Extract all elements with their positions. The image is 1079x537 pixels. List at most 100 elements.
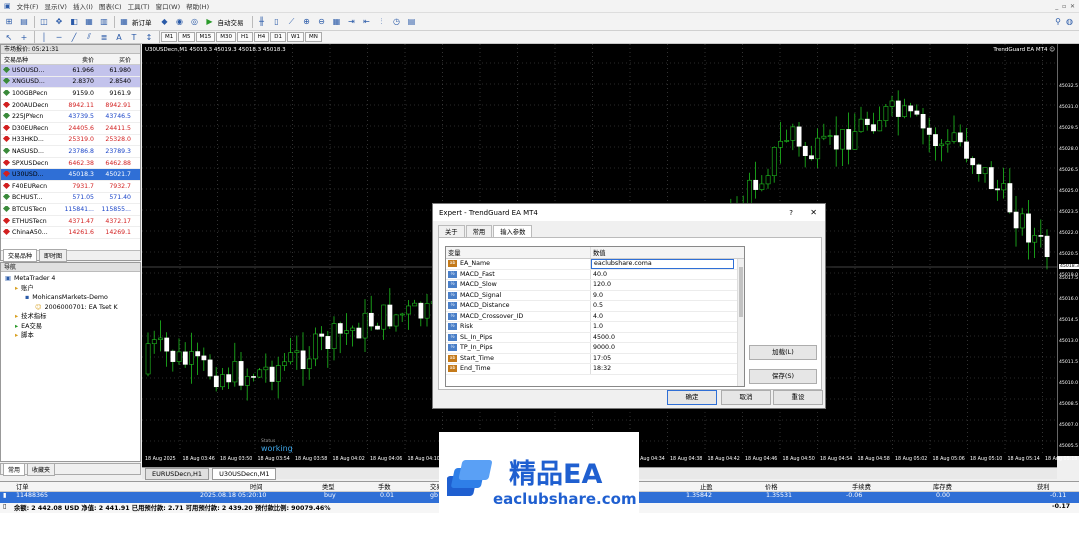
- market-watch-row[interactable]: 100GBPecn 9159.0 9161.9: [1, 88, 140, 100]
- help-button[interactable]: ?: [789, 209, 793, 217]
- vertical-line-icon[interactable]: │: [38, 31, 50, 43]
- col-ask[interactable]: 买价: [96, 55, 134, 64]
- market-watch-row[interactable]: H33HKD... 25319.0 25328.0: [1, 135, 140, 147]
- chat-icon[interactable]: ◍: [1066, 17, 1073, 26]
- templates-icon[interactable]: ▤: [406, 16, 418, 28]
- menu-window[interactable]: 窗口(W): [156, 1, 181, 11]
- market-watch-row[interactable]: XNGUSD... 2.8370 2.8540: [1, 76, 140, 89]
- col-tp[interactable]: 止盈: [700, 482, 713, 491]
- market-watch-row[interactable]: BTCUSTecn 115841... 115855...: [1, 204, 140, 216]
- load-button[interactable]: 加载(L): [749, 345, 817, 360]
- profiles-icon[interactable]: ▤: [18, 16, 30, 28]
- navigator-item[interactable]: ▸ 脚本: [1, 331, 140, 341]
- market-watch-row[interactable]: NASUSD... 23786.8 23789.3: [1, 146, 140, 158]
- navigator-item[interactable]: ▣ MetaTrader 4: [1, 274, 140, 284]
- menu-help[interactable]: 帮助(H): [186, 1, 209, 11]
- col-symbol[interactable]: 交易品种: [1, 55, 59, 64]
- fibonacci-icon[interactable]: ≣: [98, 31, 110, 43]
- param-value[interactable]: 18:32: [591, 364, 734, 374]
- param-row[interactable]: ½ SL_In_Pips 4500.0: [446, 332, 744, 343]
- trendline-icon[interactable]: ╱: [68, 31, 80, 43]
- col-order[interactable]: 订单: [16, 482, 29, 491]
- param-value[interactable]: 0.5: [591, 301, 734, 311]
- col-time[interactable]: 时间: [250, 482, 263, 491]
- market-watch-row[interactable]: 200AUDecn 8942.11 8942.91: [1, 100, 140, 112]
- tab-symbols[interactable]: 交易品种: [3, 249, 38, 262]
- tab-inputs[interactable]: 输入参数: [493, 225, 533, 237]
- tf-d1[interactable]: D1: [270, 32, 287, 42]
- navigator-item[interactable]: ▸ 技术指标: [1, 312, 140, 322]
- tab-about[interactable]: 关于: [438, 225, 465, 237]
- menu-tools[interactable]: 工具(T): [128, 1, 150, 11]
- param-row[interactable]: ab End_Time 18:32: [446, 364, 744, 375]
- col-variable[interactable]: 变量: [446, 247, 591, 258]
- window-controls[interactable]: _ ▫ ✕: [1055, 3, 1075, 10]
- params-scrollbar[interactable]: [737, 259, 744, 386]
- param-value[interactable]: eaclubshare.coma: [591, 259, 734, 269]
- param-row[interactable]: ab Start_Time 17:05: [446, 353, 744, 364]
- close-icon[interactable]: ✕: [810, 208, 817, 217]
- col-commission[interactable]: 手续费: [852, 482, 871, 491]
- tab-favorites[interactable]: 收藏夹: [27, 462, 56, 476]
- tile-windows-icon[interactable]: ▦: [331, 16, 343, 28]
- tf-m15[interactable]: M15: [195, 32, 216, 42]
- market-watch-icon[interactable]: ◫: [38, 16, 50, 28]
- chart-tab-eurusd[interactable]: EURUSDecn,H1: [145, 467, 210, 480]
- menu-charts[interactable]: 图表(C): [99, 1, 122, 11]
- param-value[interactable]: 40.0: [591, 270, 734, 280]
- zoom-out-icon[interactable]: ⊖: [316, 16, 328, 28]
- param-value[interactable]: 120.0: [591, 280, 734, 290]
- tester-icon[interactable]: ▥: [98, 16, 110, 28]
- col-lots[interactable]: 手数: [378, 482, 391, 491]
- tab-common[interactable]: 常用: [3, 462, 26, 476]
- bar-chart-icon[interactable]: ╫: [256, 16, 268, 28]
- new-chart-icon[interactable]: ⊞: [3, 16, 15, 28]
- market-watch-row[interactable]: ETHUSTecn 4371.47 4372.17: [1, 216, 140, 228]
- navigator-item[interactable]: ▸ EA交易: [1, 322, 140, 332]
- param-row[interactable]: ½ MACD_Slow 120.0: [446, 280, 744, 291]
- param-row[interactable]: ½ MACD_Crossover_ID 4.0: [446, 311, 744, 322]
- navigator-item[interactable]: ▪ MohicansMarkets-Demo: [1, 293, 140, 303]
- vps-icon[interactable]: ◎: [189, 16, 201, 28]
- menu-insert[interactable]: 插入(I): [73, 1, 93, 11]
- navigator-item[interactable]: ▸ 账户: [1, 284, 140, 294]
- menu-view[interactable]: 显示(V): [44, 1, 67, 11]
- auto-trading-icon[interactable]: ▶: [204, 16, 216, 28]
- line-chart-icon[interactable]: ⟋: [286, 16, 298, 28]
- tf-m1[interactable]: M1: [161, 32, 178, 42]
- param-value[interactable]: 4.0: [591, 312, 734, 322]
- market-watch-row[interactable]: D30EURecn 24405.6 24411.5: [1, 123, 140, 135]
- indicators-icon[interactable]: ⫶: [376, 16, 388, 28]
- menu-file[interactable]: 文件(F): [17, 1, 39, 11]
- search-icon[interactable]: ⚲: [1055, 17, 1061, 26]
- autoscroll-icon[interactable]: ⇥: [346, 16, 358, 28]
- param-row[interactable]: ½ MACD_Distance 0.5: [446, 301, 744, 312]
- market-watch-row[interactable]: USOUSD... 61.966 61.980: [1, 65, 140, 77]
- market-watch-row[interactable]: U30USD... 45018.3 45021.7: [1, 169, 140, 181]
- navigator-item[interactable]: ☺ 2006000701: EA Tset K: [1, 303, 140, 313]
- cursor-icon[interactable]: ↖: [3, 31, 15, 43]
- reset-button[interactable]: 重设: [773, 390, 823, 405]
- auto-trading-button[interactable]: 自动交易: [218, 17, 244, 27]
- tab-tick-chart[interactable]: 即时图: [39, 249, 68, 262]
- tf-h4[interactable]: H4: [253, 32, 270, 42]
- param-row[interactable]: ab EA_Name eaclubshare.coma: [446, 259, 744, 270]
- channel-icon[interactable]: ⫽: [83, 31, 95, 43]
- param-value[interactable]: 1.0: [591, 322, 734, 332]
- new-order-button[interactable]: 新订单: [132, 17, 152, 27]
- candle-chart-icon[interactable]: ▯: [271, 16, 283, 28]
- param-value[interactable]: 9000.0: [591, 343, 734, 353]
- market-watch-row[interactable]: SPXUSDecn 6462.38 6462.88: [1, 158, 140, 170]
- param-row[interactable]: ½ TP_In_Pips 9000.0: [446, 343, 744, 354]
- param-value[interactable]: 17:05: [591, 354, 734, 364]
- tf-m5[interactable]: M5: [178, 32, 195, 42]
- col-type[interactable]: 类型: [322, 482, 335, 491]
- col-bid[interactable]: 卖价: [59, 55, 96, 64]
- crosshair-icon[interactable]: +: [18, 31, 30, 43]
- tab-general[interactable]: 常用: [465, 225, 493, 237]
- navigator-icon[interactable]: ◧: [68, 16, 80, 28]
- cancel-button[interactable]: 取消: [721, 390, 771, 405]
- terminal-icon[interactable]: ▦: [83, 16, 95, 28]
- param-row[interactable]: ½ MACD_Signal 9.0: [446, 290, 744, 301]
- market-icon[interactable]: ◉: [174, 16, 186, 28]
